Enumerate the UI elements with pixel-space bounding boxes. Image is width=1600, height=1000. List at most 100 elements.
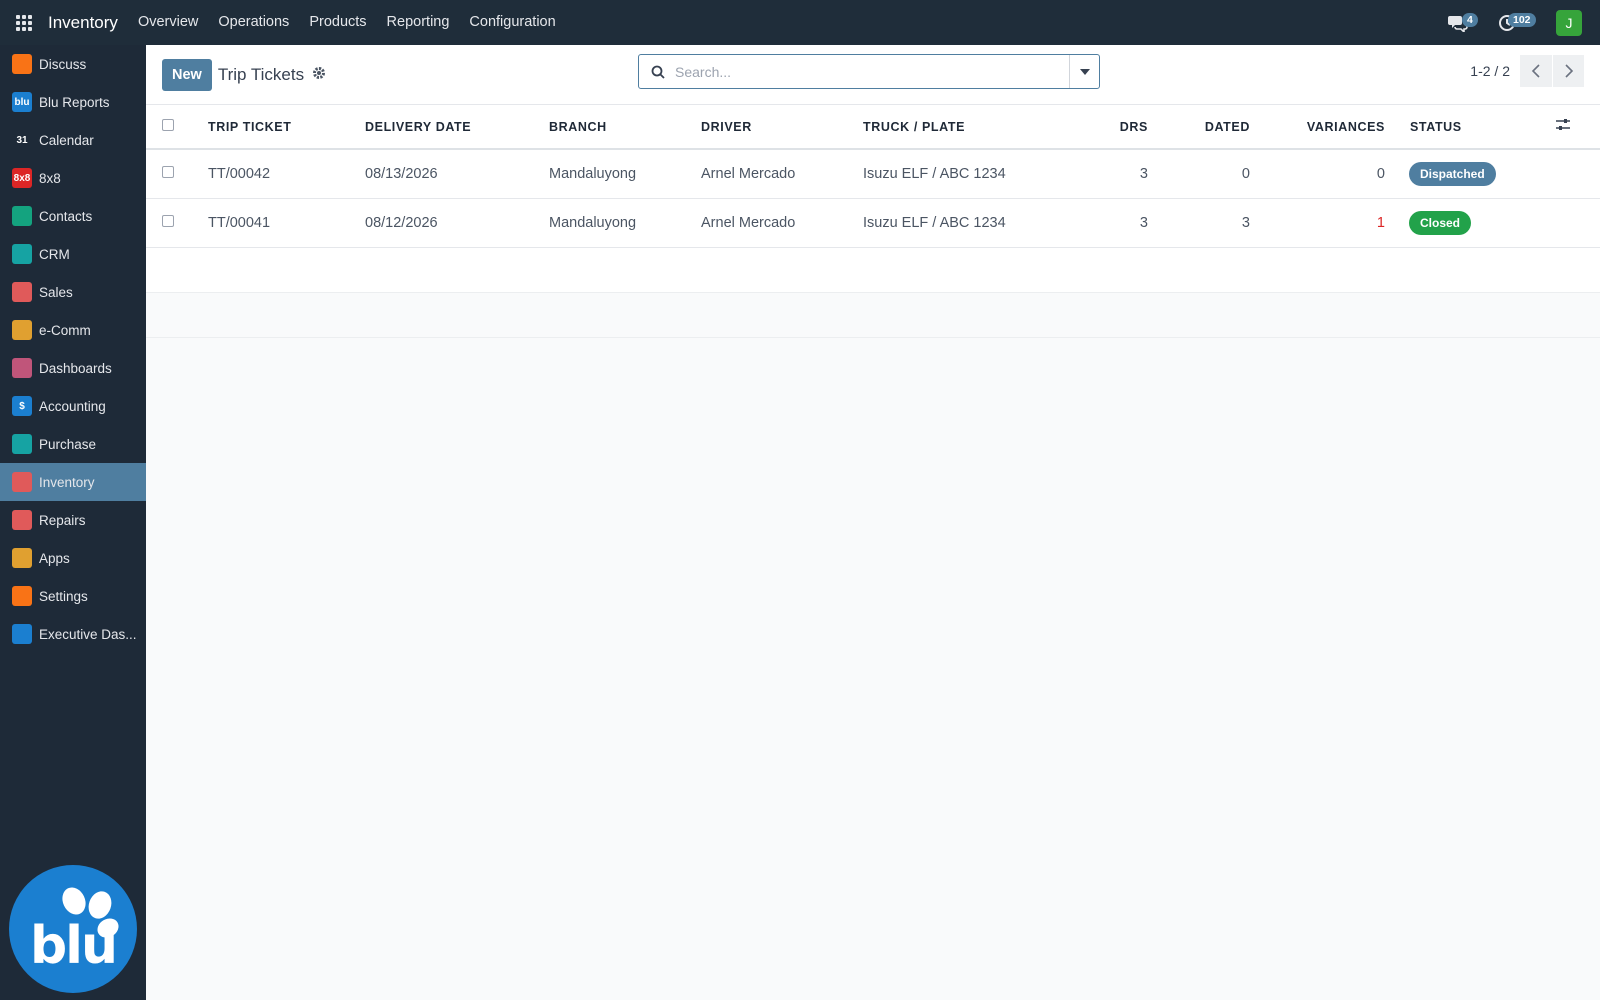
select-all-cell: [146, 105, 208, 150]
sidebar-item-label: Discuss: [39, 56, 87, 72]
cell-variances[interactable]: 0: [1250, 149, 1385, 199]
cell-delivery-date[interactable]: 08/13/2026: [365, 149, 549, 199]
eight-by-eight-icon: 8x8: [12, 168, 32, 188]
cell-truck-plate[interactable]: Isuzu ELF / ABC 1234: [863, 149, 1083, 199]
col-delivery-date[interactable]: DELIVERY DATE: [365, 105, 549, 150]
sidebar-item-repairs[interactable]: Repairs: [0, 501, 146, 539]
sidebar-item-label: CRM: [39, 246, 70, 262]
cell-trip-ticket[interactable]: TT/00042: [208, 149, 365, 199]
messages-count-badge: 4: [1462, 12, 1478, 27]
sidebar-item-apps[interactable]: Apps: [0, 539, 146, 577]
cell-drs[interactable]: 3: [1083, 149, 1148, 199]
sidebar-item-discuss[interactable]: Discuss: [0, 45, 146, 83]
col-trip-ticket[interactable]: TRIP TICKET: [208, 105, 365, 150]
sidebar-item-label: 8x8: [39, 170, 61, 186]
search-input[interactable]: [675, 63, 1069, 80]
sidebar-item-inventory[interactable]: Inventory: [0, 463, 146, 501]
app-menu-button[interactable]: [0, 0, 48, 45]
user-avatar[interactable]: J: [1556, 9, 1582, 36]
app-sidebar: Discuss blu Blu Reports 31 Calendar 8x8 8x8 Con…: [0, 45, 146, 1000]
chevron-right-icon: [1564, 64, 1573, 78]
cell-driver[interactable]: Arnel Mercado: [701, 149, 863, 199]
sidebar-item-sales[interactable]: Sales: [0, 273, 146, 311]
cell-branch[interactable]: Mandaluyong: [549, 198, 701, 248]
sidebar-item-label: Purchase: [39, 436, 97, 452]
row-select-cell: [146, 198, 208, 248]
sidebar-item-label: Blu Reports: [39, 94, 110, 110]
sidebar-item-e-comm[interactable]: e-Comm: [0, 311, 146, 349]
optional-columns-cell: [1555, 105, 1600, 150]
pager-value[interactable]: 1-2 / 2: [1470, 63, 1510, 79]
cell-variances[interactable]: 1: [1250, 198, 1385, 248]
main-content: New Trip Tickets 1-2 / 2 TRIP TICK: [146, 45, 1600, 1000]
cell-branch[interactable]: Mandaluyong: [549, 149, 701, 199]
crm-icon: [12, 244, 32, 264]
search-icon: [651, 65, 665, 79]
sidebar-item-label: Calendar: [39, 132, 94, 148]
gear-icon[interactable]: [312, 66, 326, 83]
dashboards-icon: [12, 358, 32, 378]
top-navbar: Inventory Overview Operations Products R…: [0, 0, 1600, 45]
sidebar-item-calendar[interactable]: 31 Calendar: [0, 121, 146, 159]
cell-driver[interactable]: Arnel Mercado: [701, 198, 863, 248]
messages-button[interactable]: 4: [1448, 8, 1484, 38]
chevron-left-icon: [1531, 64, 1540, 78]
sidebar-item-executive-das[interactable]: Executive Das...: [0, 615, 146, 653]
sidebar-item-blu-reports[interactable]: blu Blu Reports: [0, 83, 146, 121]
sidebar-item-label: Contacts: [39, 208, 93, 224]
col-drs[interactable]: DRS: [1083, 105, 1148, 150]
sidebar-item-purchase[interactable]: Purchase: [0, 425, 146, 463]
pager-next-button[interactable]: [1552, 55, 1584, 87]
row-end-cell: [1555, 198, 1600, 248]
col-branch[interactable]: BRANCH: [549, 105, 701, 150]
cell-status[interactable]: Closed: [1385, 198, 1555, 248]
col-driver[interactable]: DRIVER: [701, 105, 863, 150]
systray: 4 102 J: [1448, 0, 1582, 45]
menu-products[interactable]: Products: [299, 0, 376, 45]
cell-dated[interactable]: 3: [1148, 198, 1250, 248]
search-options-toggle[interactable]: [1069, 55, 1099, 88]
row-select-cell: [146, 149, 208, 199]
menu-reporting[interactable]: Reporting: [377, 0, 460, 45]
cell-trip-ticket[interactable]: TT/00041: [208, 198, 365, 248]
accounting-icon: $: [12, 396, 32, 416]
sales-icon: [12, 282, 32, 302]
sidebar-item-dashboards[interactable]: Dashboards: [0, 349, 146, 387]
menu-overview[interactable]: Overview: [128, 0, 208, 45]
caret-down-icon: [1079, 68, 1090, 75]
apps-grid-icon: [16, 14, 32, 31]
activities-button[interactable]: 102: [1498, 8, 1542, 38]
sidebar-item-label: Inventory: [39, 474, 95, 490]
menu-operations[interactable]: Operations: [208, 0, 299, 45]
search-bar: [638, 54, 1100, 89]
cell-truck-plate[interactable]: Isuzu ELF / ABC 1234: [863, 198, 1083, 248]
sidebar-item-settings[interactable]: Settings: [0, 577, 146, 615]
col-dated[interactable]: DATED: [1148, 105, 1250, 150]
col-status[interactable]: STATUS: [1385, 105, 1555, 150]
sidebar-item-label: Apps: [39, 550, 70, 566]
sidebar-item-accounting[interactable]: $ Accounting: [0, 387, 146, 425]
col-variances[interactable]: VARIANCES: [1250, 105, 1385, 150]
sidebar-item-crm[interactable]: CRM: [0, 235, 146, 273]
purchase-icon: [12, 434, 32, 454]
row-checkbox[interactable]: [162, 214, 174, 227]
new-button[interactable]: New: [162, 58, 212, 91]
sliders-icon[interactable]: [1555, 118, 1571, 132]
select-all-checkbox[interactable]: [162, 119, 174, 131]
table-row[interactable]: TT/00042 08/13/2026 Mandaluyong Arnel Merca…: [146, 149, 1600, 199]
calendar-icon: 31: [12, 130, 32, 150]
sidebar-item-8x8[interactable]: 8x8 8x8: [0, 159, 146, 197]
menu-configuration[interactable]: Configuration: [459, 0, 565, 45]
col-truck-plate[interactable]: TRUCK / PLATE: [863, 105, 1083, 150]
cell-status[interactable]: Dispatched: [1385, 149, 1555, 199]
discuss-icon: [12, 54, 32, 74]
cell-drs[interactable]: 3: [1083, 198, 1148, 248]
control-panel: New Trip Tickets 1-2 / 2: [146, 45, 1600, 105]
cell-delivery-date[interactable]: 08/12/2026: [365, 198, 549, 248]
row-checkbox[interactable]: [162, 165, 174, 178]
sidebar-item-contacts[interactable]: Contacts: [0, 197, 146, 235]
cell-dated[interactable]: 0: [1148, 149, 1250, 199]
table-row[interactable]: TT/00041 08/12/2026 Mandaluyong Arnel Merca…: [146, 198, 1600, 248]
pager-previous-button[interactable]: [1520, 55, 1552, 87]
app-brand[interactable]: Inventory: [48, 13, 118, 33]
